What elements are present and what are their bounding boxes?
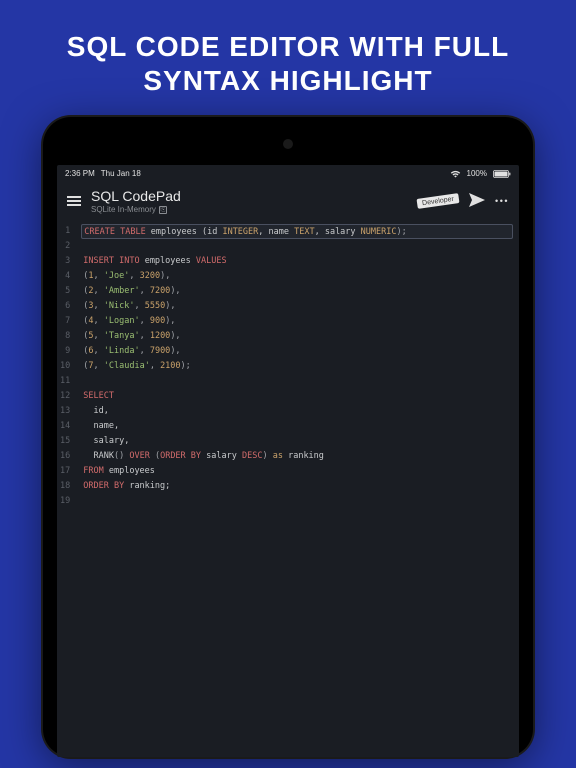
code-line[interactable] (83, 374, 519, 389)
code-line[interactable]: name, (83, 419, 519, 434)
line-number: 10 (60, 359, 70, 374)
status-time: 2:36 PM (65, 169, 95, 178)
line-number: 12 (60, 389, 70, 404)
screen: 2:36 PM Thu Jan 18 100% SQL CodePad S (57, 165, 519, 757)
code-lines[interactable]: CREATE TABLE employees (id INTEGER, name… (77, 224, 519, 509)
db-icon: ⎘ (159, 206, 167, 214)
code-line[interactable]: id, (83, 404, 519, 419)
line-number: 14 (60, 419, 70, 434)
subtitle-text: SQLite In-Memory (91, 205, 156, 214)
line-number: 19 (60, 494, 70, 509)
app-header: SQL CodePad SQLite In-Memory ⎘ Developer… (57, 182, 519, 222)
wifi-icon (450, 170, 461, 178)
tablet-frame: 2:36 PM Thu Jan 18 100% SQL CodePad S (43, 117, 533, 757)
line-number: 8 (60, 329, 70, 344)
run-icon[interactable] (469, 193, 485, 210)
line-gutter: 12345678910111213141516171819 (57, 224, 77, 509)
code-line[interactable]: salary, (83, 434, 519, 449)
code-line[interactable]: ORDER BY ranking; (83, 479, 519, 494)
promo-line-1: SQL CODE EDITOR WITH FULL (20, 30, 556, 64)
code-line[interactable]: FROM employees (83, 464, 519, 479)
line-number: 7 (60, 314, 70, 329)
code-editor[interactable]: 12345678910111213141516171819 CREATE TAB… (57, 222, 519, 511)
line-number: 1 (60, 224, 70, 239)
code-line[interactable]: (7, 'Claudia', 2100); (83, 359, 519, 374)
more-icon[interactable]: ••• (495, 196, 509, 206)
code-line[interactable]: SELECT (83, 389, 519, 404)
code-line[interactable]: INSERT INTO employees VALUES (83, 254, 519, 269)
code-line[interactable]: (4, 'Logan', 900), (83, 314, 519, 329)
status-bar: 2:36 PM Thu Jan 18 100% (57, 165, 519, 182)
line-number: 5 (60, 284, 70, 299)
code-line[interactable]: (5, 'Tanya', 1200), (83, 329, 519, 344)
line-number: 16 (60, 449, 70, 464)
line-number: 6 (60, 299, 70, 314)
header-actions: Developer ••• (417, 193, 509, 210)
line-number: 3 (60, 254, 70, 269)
code-line[interactable]: (6, 'Linda', 7900), (83, 344, 519, 359)
line-number: 9 (60, 344, 70, 359)
code-line[interactable] (83, 494, 519, 509)
line-number: 15 (60, 434, 70, 449)
app-subtitle: SQLite In-Memory ⎘ (91, 205, 407, 214)
line-number: 2 (60, 239, 70, 254)
menu-icon[interactable] (67, 196, 81, 206)
status-left: 2:36 PM Thu Jan 18 (65, 169, 141, 178)
line-number: 4 (60, 269, 70, 284)
title-group: SQL CodePad SQLite In-Memory ⎘ (91, 188, 407, 214)
line-number: 13 (60, 404, 70, 419)
code-line[interactable]: RANK() OVER (ORDER BY salary DESC) as ra… (83, 449, 519, 464)
battery-percent: 100% (467, 169, 487, 178)
battery-icon (493, 170, 511, 178)
line-number: 18 (60, 479, 70, 494)
developer-badge: Developer (417, 193, 460, 209)
code-line[interactable]: (1, 'Joe', 3200), (83, 269, 519, 284)
line-number: 17 (60, 464, 70, 479)
code-line[interactable]: (3, 'Nick', 5550), (83, 299, 519, 314)
line-number: 11 (60, 374, 70, 389)
camera-dot (283, 139, 293, 149)
code-line[interactable]: (2, 'Amber', 7200), (83, 284, 519, 299)
status-date: Thu Jan 18 (101, 169, 141, 178)
status-right: 100% (450, 169, 511, 178)
code-line[interactable] (83, 239, 519, 254)
promo-line-2: SYNTAX HIGHLIGHT (20, 64, 556, 98)
code-line[interactable]: CREATE TABLE employees (id INTEGER, name… (81, 224, 513, 239)
promo-title: SQL CODE EDITOR WITH FULL SYNTAX HIGHLIG… (0, 0, 576, 117)
app-title: SQL CodePad (91, 188, 407, 204)
